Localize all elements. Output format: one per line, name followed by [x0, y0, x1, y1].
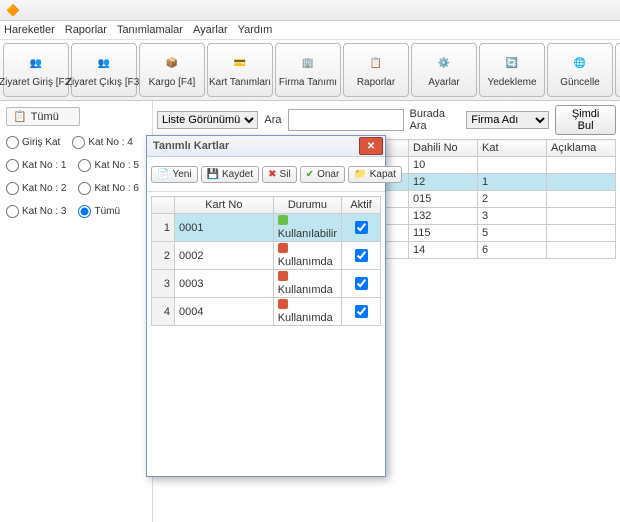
menu-item[interactable]: Yardım [238, 24, 273, 36]
toolbar-backup-button[interactable]: 🔄Yedekleme [479, 43, 545, 97]
menu-item[interactable]: Ayarlar [193, 24, 228, 36]
table-row[interactable]: 10001 Kullanılabilir [152, 214, 381, 242]
menu-item[interactable]: Hareketler [4, 24, 55, 36]
toolbar-cards-button[interactable]: 💳Kart Tanımları [207, 43, 273, 97]
app-icon: 🔶 [6, 4, 20, 17]
col-aktif: Aktif [342, 197, 381, 214]
backup-icon: 🔄 [501, 53, 523, 75]
new-icon: 📄 [157, 169, 169, 180]
radio-option[interactable]: Kat No : 5 [78, 159, 138, 172]
left-panel: 📋 Tümü Giriş Kat Kat No : 4 Kat No : 1 Kat … [0, 101, 153, 522]
dialog-title: Tanımlı Kartlar [153, 140, 229, 152]
radio-option[interactable]: Tümü [78, 205, 120, 218]
visit-out-icon: 👥 [93, 53, 115, 75]
menu-bar: Hareketler Raporlar Tanımlamalar Ayarlar Yar… [0, 21, 620, 40]
active-checkbox[interactable] [355, 249, 368, 262]
active-checkbox[interactable] [355, 305, 368, 318]
menu-item[interactable]: Tanımlamalar [117, 24, 183, 36]
cargo-icon: 📦 [161, 53, 183, 75]
toolbar-visit-out-button[interactable]: 👥Ziyaret Çıkış [F3] [71, 43, 137, 97]
close-button[interactable]: 📁Kapat [348, 166, 402, 183]
search-input[interactable] [288, 109, 404, 131]
cards-icon: 💳 [229, 53, 251, 75]
active-checkbox[interactable] [355, 277, 368, 290]
table-row[interactable]: 40004 Kullanımda [152, 298, 381, 326]
status-icon [278, 243, 288, 253]
toolbar-company-button[interactable]: 🏢Firma Tanımı [275, 43, 341, 97]
col-kart-no: Kart No [174, 197, 273, 214]
toolbar-visit-in-button[interactable]: 👥Ziyaret Giriş [F2] [3, 43, 69, 97]
toolbar-update-button[interactable]: 🌐Güncelle [547, 43, 613, 97]
status-icon [278, 215, 288, 225]
window-titlebar: 🔶 [0, 0, 620, 21]
grid-col-header[interactable]: Dahili No [409, 140, 478, 157]
settings-icon: ⚙️ [433, 53, 455, 75]
find-button[interactable]: Şimdi Bul [555, 105, 616, 135]
update-icon: 🌐 [569, 53, 591, 75]
delete-button[interactable]: ✖Sil [262, 166, 297, 183]
folder-icon: 📁 [354, 169, 366, 180]
radio-option[interactable]: Kat No : 2 [6, 182, 66, 195]
active-checkbox[interactable] [355, 221, 368, 234]
main-toolbar: 👥Ziyaret Giriş [F2]👥Ziyaret Çıkış [F3]📦K… [0, 40, 620, 101]
toolbar-settings-button[interactable]: ⚙️Ayarlar [411, 43, 477, 97]
status-icon [278, 271, 288, 281]
save-button[interactable]: 💾Kaydet [201, 166, 260, 183]
cards-grid[interactable]: Kart No Durumu Aktif 10001 Kullanılabili… [151, 196, 381, 326]
tab-tumu-label: Tümü [31, 111, 59, 123]
col-durumu: Durumu [273, 197, 341, 214]
reports-icon: 📋 [365, 53, 387, 75]
search-in-label: Burada Ara [410, 108, 461, 132]
radio-option[interactable]: Kat No : 1 [6, 159, 66, 172]
filter-bar: Liste Görünümü Ara Burada Ara Firma Adı … [157, 105, 616, 135]
save-icon: 💾 [207, 169, 219, 180]
repair-button[interactable]: ✔Onar [300, 166, 346, 183]
list-icon: 📋 [13, 110, 27, 123]
check-icon: ✔ [306, 169, 314, 180]
table-row[interactable]: 20002 Kullanımda [152, 242, 381, 270]
table-row[interactable]: 30003 Kullanımda [152, 270, 381, 298]
search-field-select[interactable]: Firma Adı [466, 111, 549, 129]
delete-icon: ✖ [268, 169, 276, 180]
menu-item[interactable]: Raporlar [65, 24, 107, 36]
radio-option[interactable]: Kat No : 4 [72, 136, 132, 149]
radio-option[interactable]: Kat No : 3 [6, 205, 66, 218]
radio-option[interactable]: Giriş Kat [6, 136, 60, 149]
dialog-titlebar: Tanımlı Kartlar ✕ [147, 136, 385, 157]
status-icon [278, 299, 288, 309]
dialog-toolbar: 📄Yeni 💾Kaydet ✖Sil ✔Onar 📁Kapat [147, 157, 385, 192]
radio-option[interactable]: Kat No : 6 [78, 182, 138, 195]
search-label: Ara [264, 114, 281, 126]
toolbar-about-button[interactable]: ℹ️Hakkında [615, 43, 620, 97]
view-select[interactable]: Liste Görünümü [157, 111, 258, 129]
close-icon[interactable]: ✕ [359, 137, 383, 155]
toolbar-cargo-button[interactable]: 📦Kargo [F4] [139, 43, 205, 97]
toolbar-reports-button[interactable]: 📋Raporlar [343, 43, 409, 97]
grid-col-header[interactable]: Açıklama [547, 140, 616, 157]
company-icon: 🏢 [297, 53, 319, 75]
cards-dialog: Tanımlı Kartlar ✕ 📄Yeni 💾Kaydet ✖Sil ✔On… [146, 135, 386, 477]
visit-in-icon: 👥 [25, 53, 47, 75]
tab-tumu[interactable]: 📋 Tümü [6, 107, 80, 126]
grid-col-header[interactable]: Kat [478, 140, 547, 157]
new-button[interactable]: 📄Yeni [151, 166, 198, 183]
